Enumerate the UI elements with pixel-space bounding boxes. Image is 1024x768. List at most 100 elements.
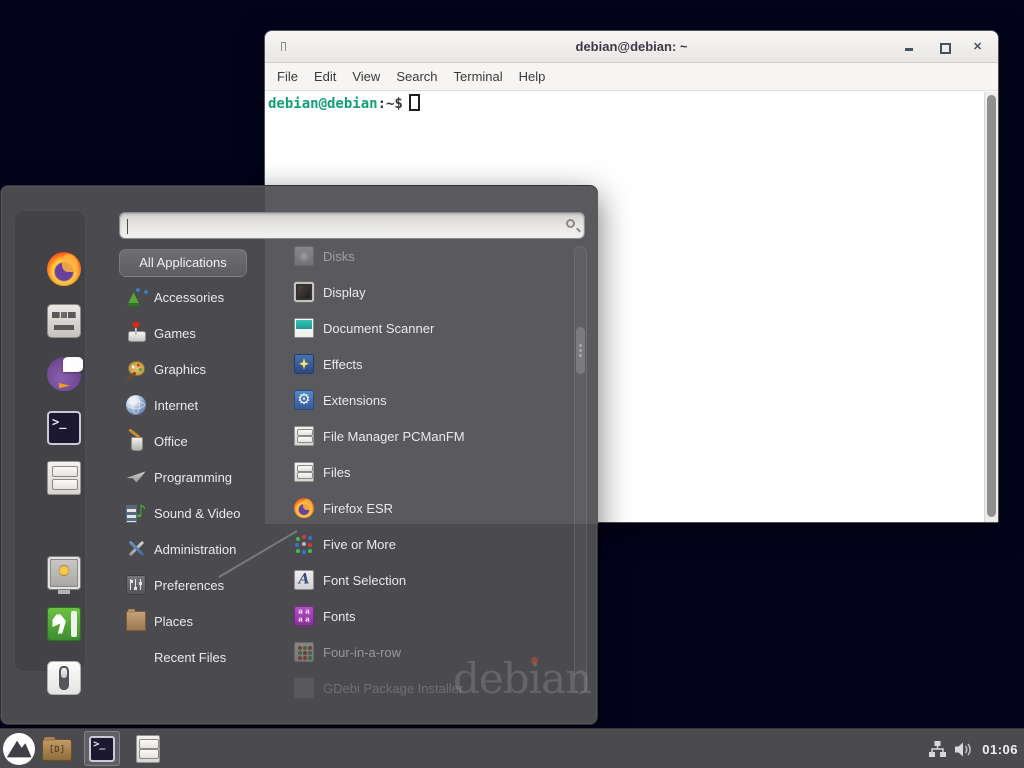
favorite-terminal[interactable]	[47, 411, 81, 445]
category-label: Recent Files	[154, 650, 226, 665]
menu-help[interactable]: Help	[511, 69, 554, 84]
clock[interactable]: 01:06	[982, 742, 1018, 757]
logout-icon	[47, 607, 81, 641]
app-list-scrollbar[interactable]	[574, 246, 587, 694]
app-docscanner-icon	[294, 318, 314, 338]
category-label: Administration	[154, 542, 236, 557]
prompt-user-host: debian@debian	[268, 96, 378, 112]
favorite-lock-screen[interactable]	[47, 556, 81, 590]
cabinet-icon	[47, 461, 81, 495]
cabinet-icon	[294, 462, 314, 482]
app-label: File Manager PCManFM	[323, 429, 465, 444]
app-label: Files	[323, 465, 350, 480]
app-label: Document Scanner	[323, 321, 434, 336]
search-input[interactable]	[120, 213, 584, 238]
app-label: Disks	[323, 249, 355, 264]
app-fonts[interactable]: Fonts	[286, 598, 574, 634]
category-label: Internet	[154, 398, 198, 413]
category-internet[interactable]: Internet	[119, 387, 281, 423]
terminal-prompt: debian@debian:~$	[268, 94, 420, 112]
taskbar: 01:06	[0, 728, 1024, 768]
category-sound-video[interactable]: Sound & Video	[119, 495, 281, 531]
category-programming[interactable]: Programming	[119, 459, 281, 495]
menu-button[interactable]	[3, 733, 35, 765]
favorite-firefox[interactable]	[47, 252, 81, 286]
files-launcher[interactable]	[136, 735, 160, 763]
app-label: Font Selection	[323, 573, 406, 588]
menu-search-box	[119, 212, 585, 239]
prompt-suffix: :~$	[378, 96, 403, 112]
all-applications-button[interactable]: All Applications	[119, 249, 247, 277]
app-disks[interactable]: Disks	[286, 238, 574, 274]
app-label: Firefox ESR	[323, 501, 393, 516]
menu-terminal[interactable]: Terminal	[446, 69, 511, 84]
file-manager-launcher[interactable]	[42, 739, 72, 761]
menu-file[interactable]: File	[269, 69, 306, 84]
app-extensions-icon	[294, 390, 314, 410]
menu-view[interactable]: View	[344, 69, 388, 84]
category-label: Preferences	[154, 578, 224, 593]
category-preferences[interactable]: Preferences	[119, 567, 281, 603]
app-effects[interactable]: Effects	[286, 346, 574, 382]
app-display[interactable]: Display	[286, 274, 574, 310]
app-four-in-a-row[interactable]: Four-in-a-row	[286, 634, 574, 670]
text-caret	[127, 219, 128, 234]
app-files[interactable]: Files	[286, 454, 574, 490]
cat-graphics-icon	[126, 359, 146, 379]
cat-accessories-icon	[126, 287, 146, 307]
cat-internet-icon	[126, 395, 146, 415]
category-administration[interactable]: Administration	[119, 531, 281, 567]
category-label: Games	[154, 326, 196, 341]
category-label: Programming	[154, 470, 232, 485]
category-office[interactable]: Office	[119, 423, 281, 459]
terminal-task-button[interactable]	[84, 731, 120, 766]
app-list-scrollbar-thumb[interactable]	[576, 327, 585, 374]
cat-preferences-icon	[126, 575, 146, 595]
app-document-scanner[interactable]: Document Scanner	[286, 310, 574, 346]
category-recent-files[interactable]: Recent Files	[119, 639, 281, 675]
maximize-icon[interactable]	[938, 41, 951, 54]
cat-sound-icon	[126, 503, 146, 523]
app-gdebi-icon	[294, 678, 314, 698]
app-fontsel-icon	[294, 570, 314, 590]
category-games[interactable]: Games	[119, 315, 281, 351]
desktop[interactable]: { "terminal": { "title": "debian@debian:…	[0, 0, 1024, 768]
network-icon[interactable]	[929, 741, 946, 757]
app-extensions[interactable]: Extensions	[286, 382, 574, 418]
terminal-icon	[89, 736, 115, 762]
app-font-selection[interactable]: Font Selection	[286, 562, 574, 598]
favorites-panel	[14, 210, 86, 672]
favorite-keyboard[interactable]	[47, 304, 81, 338]
app-file-manager-pcmanfm[interactable]: File Manager PCManFM	[286, 418, 574, 454]
cat-programming-icon	[126, 467, 146, 487]
cat-places-icon	[126, 611, 146, 631]
app-display-icon	[294, 282, 314, 302]
app-disks-icon	[294, 246, 314, 266]
terminal-scrollbar-thumb[interactable]	[987, 95, 996, 517]
keyboard-icon	[47, 304, 81, 338]
favorite-log-out[interactable]	[47, 607, 81, 641]
terminal-scrollbar[interactable]	[984, 92, 998, 522]
category-graphics[interactable]: Graphics	[119, 351, 281, 387]
menu-edit[interactable]: Edit	[306, 69, 344, 84]
app-gdebi-package-installer[interactable]: GDebi Package Installer	[286, 670, 574, 706]
favorite-file-manager[interactable]	[47, 461, 81, 495]
app-five-or-more[interactable]: Five or More	[286, 526, 574, 562]
folder-icon	[42, 739, 72, 761]
category-label: Accessories	[154, 290, 224, 305]
minimize-icon[interactable]	[903, 41, 916, 54]
category-places[interactable]: Places	[119, 603, 281, 639]
lockscreen-icon	[47, 556, 81, 590]
category-accessories[interactable]: Accessories	[119, 279, 281, 315]
terminal-titlebar[interactable]: debian@debian: ~	[265, 31, 998, 63]
category-label: Graphics	[154, 362, 206, 377]
app-firefox-esr[interactable]: Firefox ESR	[286, 490, 574, 526]
volume-icon[interactable]	[955, 742, 973, 757]
favorite-shut-down[interactable]	[47, 661, 81, 695]
category-label: Sound & Video	[154, 506, 241, 521]
favorite-pidgin[interactable]	[47, 357, 81, 391]
cat-games-icon	[126, 323, 146, 343]
close-icon[interactable]	[973, 41, 986, 54]
menu-search[interactable]: Search	[388, 69, 445, 84]
terminal-icon	[47, 411, 81, 445]
